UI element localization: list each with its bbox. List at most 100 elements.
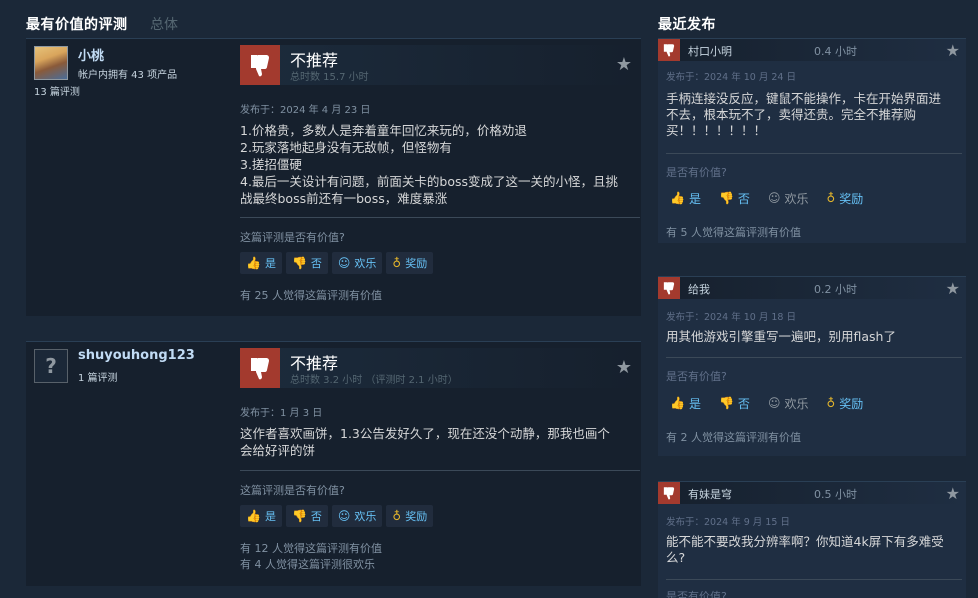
recent-review-header[interactable]: 村口小明 0.4 小时 ★ bbox=[658, 39, 966, 61]
review-card: 小桃 帐户内拥有 43 项产品 13 篇评测 不推荐 总时数 15.7 小时 ★… bbox=[26, 38, 641, 316]
helpful-count: 有 12 人觉得这篇评测有价值 有 4 人觉得这篇评测很欢乐 bbox=[240, 542, 382, 571]
thumbs-up-icon: 👍 bbox=[670, 396, 685, 410]
divider bbox=[666, 357, 962, 358]
vote-funny-button[interactable]: ☺ 欢乐 bbox=[331, 252, 383, 274]
vote-funny-button[interactable]: ☺ 欢乐 bbox=[331, 505, 383, 527]
smiley-icon: ☺ bbox=[337, 509, 351, 523]
vote-funny-button[interactable]: ☺ 欢乐 bbox=[764, 392, 813, 414]
award-button[interactable]: ♁ 奖励 bbox=[386, 505, 434, 527]
recent-review-card: 给我 0.2 小时 ★ 发布于：2024 年 10 月 18 日 用其他游戏引擎… bbox=[658, 276, 966, 456]
vote-buttons: 👍 是 👎 否 ☺ 欢乐 ♁ 奖励 bbox=[240, 252, 434, 274]
most-helpful-title: 最有价值的评测 bbox=[26, 17, 128, 33]
vote-buttons: 👍 是 👎 否 ☺ 欢乐 ♁ 奖励 bbox=[666, 392, 867, 414]
smiley-icon: ☺ bbox=[767, 191, 781, 205]
divider bbox=[240, 470, 640, 471]
vote-no-button[interactable]: 👎 否 bbox=[715, 187, 754, 209]
vote-yes-button[interactable]: 👍 是 bbox=[240, 252, 282, 274]
posted-date: 发布于：2024 年 4 月 23 日 bbox=[240, 105, 371, 116]
vote-yes-button[interactable]: 👍 是 bbox=[666, 187, 705, 209]
reviewer-name[interactable]: 给我 bbox=[688, 281, 710, 297]
review-count[interactable]: 1 篇评测 bbox=[78, 369, 118, 384]
vote-no-button[interactable]: 👎 否 bbox=[285, 252, 328, 274]
review-line: 3.搓招僵硬 bbox=[240, 157, 302, 172]
helpful-question: 是否有价值? bbox=[666, 590, 727, 598]
posted-date: 发布于：2024 年 10 月 24 日 bbox=[666, 72, 796, 83]
review-text: 1.价格贵，多数人是奔着童年回忆来玩的，价格劝退 2.玩家落地起身没有无敌帧，但… bbox=[240, 122, 638, 207]
thumbs-down-icon bbox=[240, 45, 280, 85]
thumbs-up-icon: 👍 bbox=[670, 191, 685, 205]
divider bbox=[666, 579, 962, 580]
hours-played: 总时数 3.2 小时 （评测时 2.1 小时） bbox=[290, 375, 458, 386]
thumbs-down-icon bbox=[658, 39, 680, 61]
divider bbox=[666, 153, 962, 154]
avatar[interactable] bbox=[34, 46, 68, 80]
vote-yes-button[interactable]: 👍 是 bbox=[666, 392, 705, 414]
review-line: 这作者喜欢画饼，1.3公告发好久了，现在还没个动静，那我也画个 bbox=[240, 426, 610, 441]
thumbs-up-icon: 👍 bbox=[246, 256, 261, 270]
review-line: 1.价格贵，多数人是奔着童年回忆来玩的，价格劝退 bbox=[240, 123, 527, 138]
vote-no-button[interactable]: 👎 否 bbox=[715, 392, 754, 414]
persona-name[interactable]: 小桃 bbox=[78, 45, 104, 64]
thumbs-down-icon bbox=[240, 348, 280, 388]
review-text: 手柄连接没反应，键鼠不能操作，卡在开始界面进 不去，根本玩不了，卖得还贵。完全不推… bbox=[666, 91, 942, 138]
star-icon[interactable]: ★ bbox=[616, 359, 632, 377]
review-text: 能不能不要改我分辨率啊？你知道4k屏下有多难受 么? bbox=[666, 534, 944, 565]
smiley-icon: ☺ bbox=[337, 256, 351, 270]
vote-buttons: 👍 是 👎 否 ☺ 欢乐 ♁ 奖励 bbox=[666, 187, 867, 209]
award-icon: ♁ bbox=[826, 396, 836, 410]
smiley-icon: ☺ bbox=[767, 396, 781, 410]
thumbs-down-icon bbox=[658, 482, 680, 504]
verdict-header[interactable]: 不推荐 总时数 15.7 小时 ★ bbox=[240, 45, 638, 85]
award-icon: ♁ bbox=[392, 509, 402, 523]
avatar-placeholder[interactable]: ? bbox=[34, 349, 68, 383]
recent-review-card: 有妹是穹 0.5 小时 ★ 发布于：2024 年 9 月 15 日 能不能不要改… bbox=[658, 481, 966, 598]
hours-played: 0.5 小时 bbox=[814, 488, 857, 501]
star-icon[interactable]: ★ bbox=[946, 279, 960, 298]
vote-buttons: 👍 是 👎 否 ☺ 欢乐 ♁ 奖励 bbox=[240, 505, 434, 527]
review-count[interactable]: 13 篇评测 bbox=[34, 83, 80, 98]
review-text: 这作者喜欢画饼，1.3公告发好久了，现在还没个动静，那我也画个 会给好评的饼 bbox=[240, 425, 638, 459]
vote-funny-button[interactable]: ☺ 欢乐 bbox=[764, 187, 813, 209]
helpful-count: 有 2 人觉得这篇评测有价值 bbox=[666, 431, 801, 444]
recent-review-header[interactable]: 有妹是穹 0.5 小时 ★ bbox=[658, 482, 966, 504]
helpful-question: 是否有价值? bbox=[666, 370, 727, 383]
award-button[interactable]: ♁ 奖励 bbox=[822, 187, 867, 209]
thumbs-down-icon bbox=[658, 277, 680, 299]
star-icon[interactable]: ★ bbox=[616, 56, 632, 74]
star-icon[interactable]: ★ bbox=[946, 484, 960, 503]
review-card: ? shuyouhong123 1 篇评测 不推荐 总时数 3.2 小时 （评测… bbox=[26, 341, 641, 586]
hours-played: 0.2 小时 bbox=[814, 283, 857, 296]
reviewer-name[interactable]: 村口小明 bbox=[688, 43, 732, 59]
award-icon: ♁ bbox=[826, 191, 836, 205]
thumbs-down-icon: 👎 bbox=[718, 191, 734, 205]
star-icon[interactable]: ★ bbox=[946, 41, 960, 60]
posted-date: 发布于：2024 年 10 月 18 日 bbox=[666, 312, 796, 323]
thumbs-up-icon: 👍 bbox=[246, 509, 261, 523]
award-button[interactable]: ♁ 奖励 bbox=[822, 392, 867, 414]
vote-yes-button[interactable]: 👍 是 bbox=[240, 505, 282, 527]
thumbs-down-icon: 👎 bbox=[291, 256, 307, 270]
owned-products[interactable]: 帐户内拥有 43 项产品 bbox=[78, 66, 177, 81]
recent-review-header[interactable]: 给我 0.2 小时 ★ bbox=[658, 277, 966, 299]
recent-review-card: 村口小明 0.4 小时 ★ 发布于：2024 年 10 月 24 日 手柄连接没… bbox=[658, 38, 966, 243]
helpful-question: 这篇评测是否有价值? bbox=[240, 231, 345, 244]
helpful-count: 有 5 人觉得这篇评测有价值 bbox=[666, 226, 801, 239]
divider bbox=[240, 217, 640, 218]
verdict-header[interactable]: 不推荐 总时数 3.2 小时 （评测时 2.1 小时） ★ bbox=[240, 348, 638, 388]
review-line: 会给好评的饼 bbox=[240, 443, 316, 458]
posted-date: 发布于：1 月 3 日 bbox=[240, 408, 323, 419]
helpful-question: 这篇评测是否有价值? bbox=[240, 484, 345, 497]
reviewer-name[interactable]: 有妹是穹 bbox=[688, 486, 732, 502]
review-line: 2.玩家落地起身没有无敌帧，但怪物有 bbox=[240, 140, 452, 155]
recent-title: 最近发布 bbox=[658, 17, 716, 33]
vote-no-button[interactable]: 👎 否 bbox=[285, 505, 328, 527]
review-line: 战最终boss前还有一boss，难度暴涨 bbox=[240, 191, 448, 206]
award-button[interactable]: ♁ 奖励 bbox=[386, 252, 434, 274]
award-icon: ♁ bbox=[392, 256, 402, 270]
thumbs-down-icon: 👎 bbox=[718, 396, 734, 410]
tab-overall[interactable]: 总体 bbox=[150, 14, 178, 34]
helpful-count: 有 25 人觉得这篇评测有价值 bbox=[240, 289, 382, 302]
posted-date: 发布于：2024 年 9 月 15 日 bbox=[666, 517, 790, 528]
review-line: 4.最后一关设计有问题，前面关卡的boss变成了这一关的小怪，且挑 bbox=[240, 174, 619, 189]
persona-name[interactable]: shuyouhong123 bbox=[78, 348, 195, 363]
